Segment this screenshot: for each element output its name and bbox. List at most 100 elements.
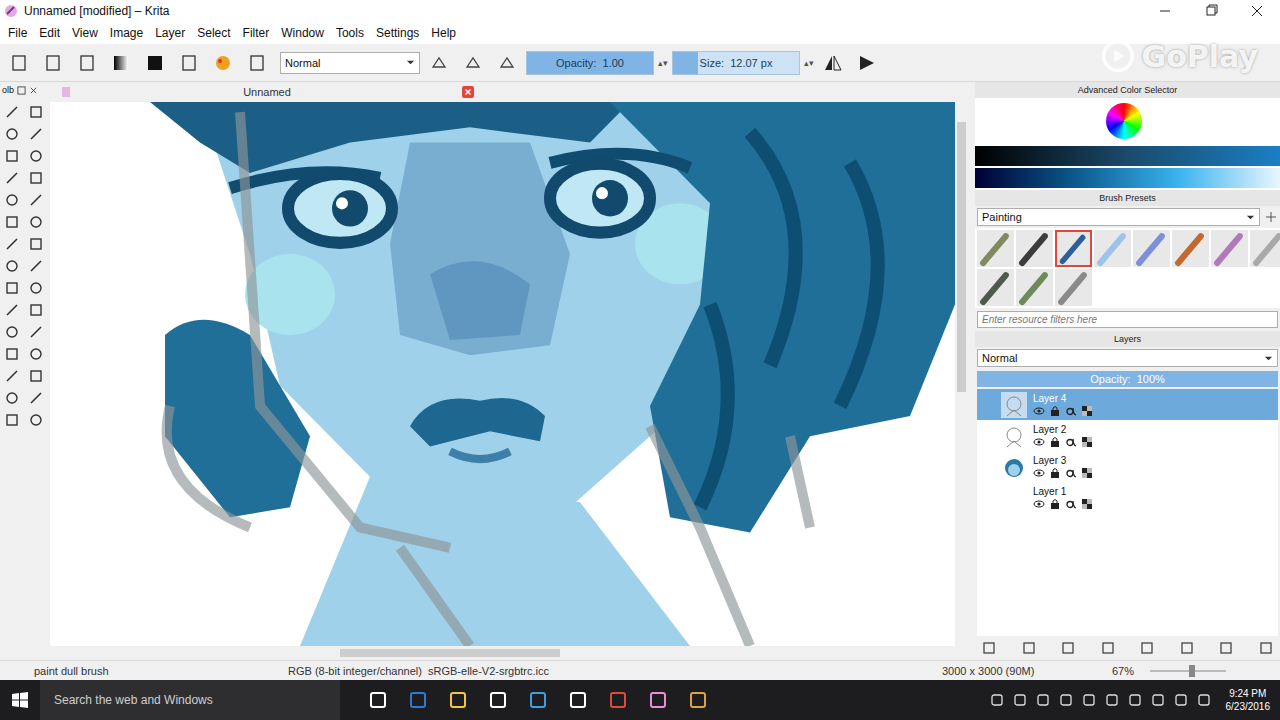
brush-preset[interactable] [1133, 230, 1170, 267]
visibility-eye-icon[interactable] [1033, 467, 1045, 479]
multibrush-icon[interactable] [28, 214, 44, 230]
menu-item[interactable]: Layer [149, 26, 191, 40]
menu-item[interactable]: Select [191, 26, 236, 40]
ellipse-select-icon[interactable] [28, 346, 44, 362]
polygon-icon[interactable] [4, 192, 20, 208]
bucket-icon[interactable] [4, 280, 20, 296]
palette-button[interactable] [208, 49, 238, 77]
opacity-spin[interactable]: ▴▾ [658, 58, 668, 68]
restore-icon[interactable] [1188, 0, 1234, 22]
menu-item[interactable]: Window [275, 26, 330, 40]
visibility-eye-icon[interactable] [1033, 436, 1045, 448]
move-layer-up-icon[interactable] [1100, 640, 1116, 656]
brush-preset[interactable] [1055, 269, 1092, 306]
brush-preset[interactable] [1211, 230, 1248, 267]
layer-properties-icon[interactable] [1179, 640, 1195, 656]
layer-row[interactable]: Layer 4 [977, 389, 1278, 420]
bezier-icon[interactable] [4, 214, 20, 230]
ellipse-icon[interactable] [28, 170, 44, 186]
size-slider[interactable]: Size: 12.07 px [672, 51, 800, 75]
brush-preset[interactable] [1016, 269, 1053, 306]
rectangle-icon[interactable] [4, 170, 20, 186]
notepad-icon[interactable] [568, 690, 588, 710]
brush-preset[interactable] [1094, 230, 1131, 267]
free-select-icon[interactable] [28, 368, 44, 384]
magnetic-select-icon[interactable] [28, 412, 44, 428]
layer-opacity-slider[interactable]: Opacity: 100% [977, 371, 1278, 387]
poly-select-icon[interactable] [4, 368, 20, 384]
move-layer-down-icon[interactable] [1139, 640, 1155, 656]
similar-select-icon[interactable] [28, 390, 44, 406]
perspective-icon[interactable] [4, 324, 20, 340]
eraser-button[interactable] [424, 49, 454, 77]
layer-row[interactable]: Layer 3 [977, 451, 1278, 482]
preset-filter-field[interactable]: Enter resource filters here [977, 311, 1278, 328]
preset-category-dropdown[interactable]: Painting [977, 208, 1260, 226]
hue-bar[interactable] [975, 168, 1280, 188]
close-tab-icon[interactable] [462, 86, 474, 98]
text-icon[interactable] [28, 104, 44, 120]
tray-app-5-icon[interactable] [1128, 693, 1142, 707]
clock[interactable]: 9:24 PM 6/23/2016 [1226, 687, 1271, 713]
mirror-vertical-button[interactable] [852, 49, 882, 77]
contig-select-icon[interactable] [4, 390, 20, 406]
tray-app-3-icon[interactable] [1059, 693, 1073, 707]
blend-mode-dropdown[interactable]: Normal [280, 52, 420, 74]
layer-blend-dropdown[interactable]: Normal [977, 349, 1278, 367]
horizontal-scroll-thumb[interactable] [340, 649, 560, 657]
measure-icon[interactable] [28, 258, 44, 274]
picker-icon[interactable] [28, 280, 44, 296]
alpha-lock-icon[interactable] [1065, 405, 1077, 417]
transform-icon[interactable] [4, 258, 20, 274]
lock-icon[interactable] [1049, 498, 1061, 510]
menu-item[interactable]: View [66, 26, 104, 40]
layer-row[interactable]: Layer 1 [977, 482, 1278, 513]
visibility-eye-icon[interactable] [1033, 405, 1045, 417]
menu-item[interactable]: Image [104, 26, 149, 40]
select-icon[interactable] [4, 104, 20, 120]
open-button[interactable] [38, 49, 68, 77]
save-button[interactable] [72, 49, 102, 77]
document-tab[interactable]: Unnamed [50, 82, 482, 102]
minimize-icon[interactable] [1142, 0, 1188, 22]
grid-icon[interactable] [28, 324, 44, 340]
menu-item[interactable]: File [2, 26, 33, 40]
gradient-button[interactable] [106, 49, 136, 77]
close-docker-icon[interactable] [29, 86, 38, 95]
layer-row[interactable]: Layer 2 [977, 420, 1278, 451]
opacity-slider[interactable]: Opacity: 1.00 [526, 51, 654, 75]
windows-start-icon[interactable] [10, 690, 30, 710]
store-icon[interactable] [488, 690, 508, 710]
menu-item[interactable]: Settings [370, 26, 425, 40]
krita-icon[interactable] [648, 690, 668, 710]
menu-item[interactable]: Tools [330, 26, 370, 40]
brush-icon[interactable] [28, 126, 44, 142]
gradient-tool-icon[interactable] [4, 302, 20, 318]
new-button[interactable] [4, 49, 34, 77]
brush-preset[interactable] [1172, 230, 1209, 267]
archive-icon[interactable] [688, 690, 708, 710]
inherit-alpha-icon[interactable] [1081, 467, 1093, 479]
fg-color-button[interactable] [140, 49, 170, 77]
polyline-icon[interactable] [28, 192, 44, 208]
reload-button[interactable] [492, 49, 522, 77]
inherit-alpha-icon[interactable] [1081, 498, 1093, 510]
mirror-horizontal-button[interactable] [818, 49, 848, 77]
inherit-alpha-icon[interactable] [1081, 405, 1093, 417]
presets-button[interactable] [242, 49, 272, 77]
vertical-scroll-thumb[interactable] [957, 122, 966, 392]
lock-icon[interactable] [1049, 405, 1061, 417]
brush-preset[interactable] [977, 269, 1014, 306]
hue-wheel[interactable] [1106, 103, 1142, 139]
tray-notifications-icon[interactable] [1197, 693, 1211, 707]
swap-colors-button[interactable] [174, 49, 204, 77]
value-bar[interactable] [975, 146, 1280, 166]
menu-item[interactable]: Filter [237, 26, 276, 40]
color-selector[interactable] [975, 98, 1280, 190]
add-layer-icon[interactable] [981, 640, 997, 656]
tray-app-4-icon[interactable] [1105, 693, 1119, 707]
tray-bluetooth-icon[interactable] [1082, 693, 1096, 707]
vertical-scrollbar[interactable] [955, 102, 968, 646]
layer-menu-icon[interactable] [1060, 640, 1076, 656]
brush-preset[interactable] [977, 230, 1014, 267]
